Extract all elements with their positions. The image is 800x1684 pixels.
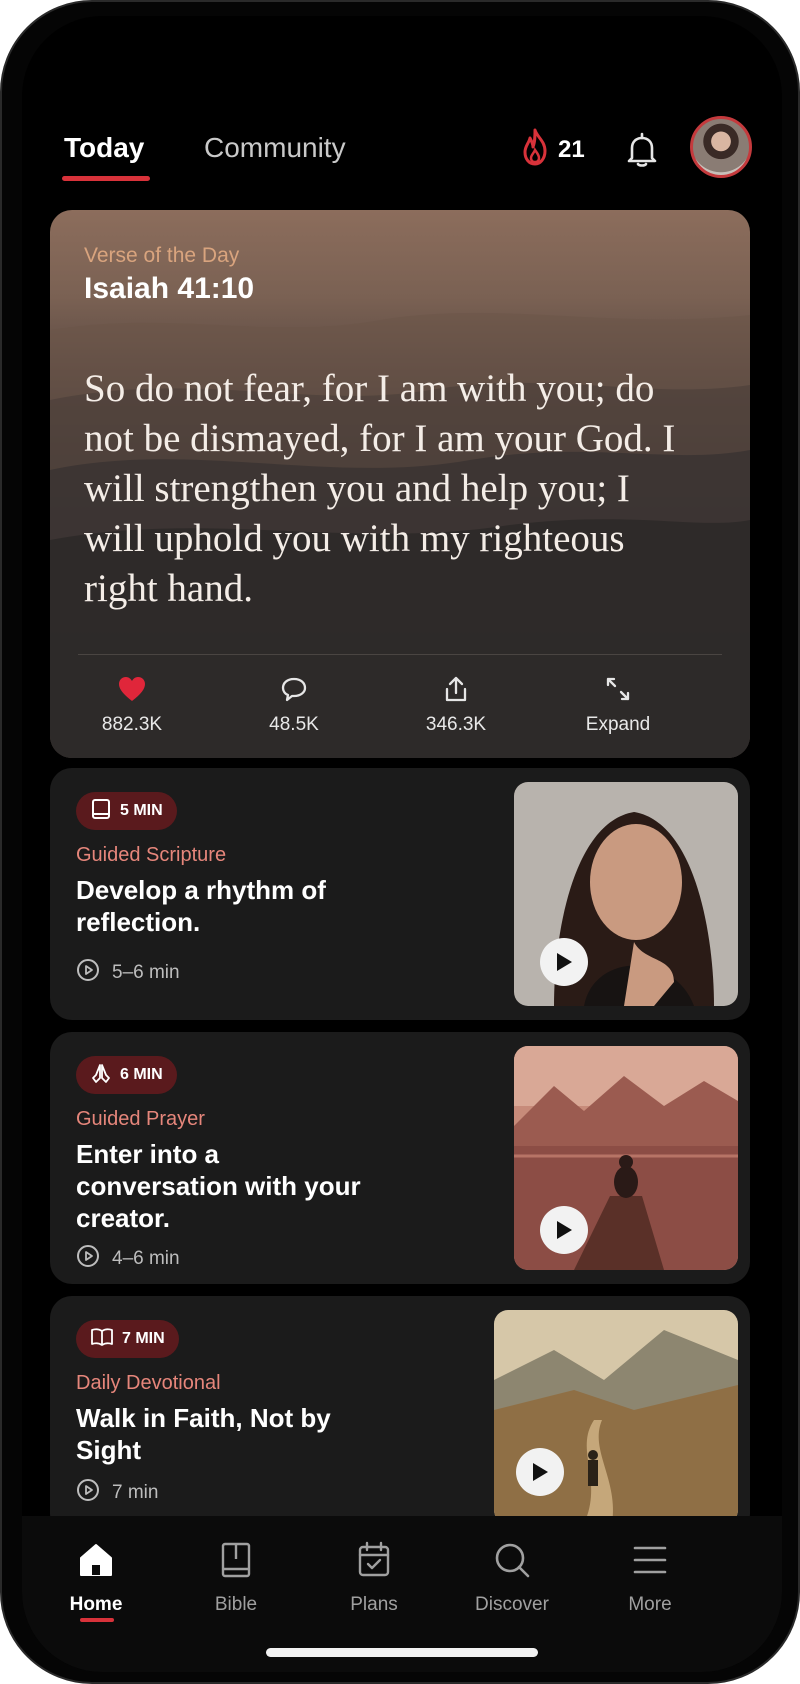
open-book-icon: [90, 1326, 114, 1353]
share-icon: [396, 672, 516, 706]
like-button[interactable]: 882.3K: [72, 672, 192, 736]
verse-label: Verse of the Day: [84, 244, 240, 267]
verse-text: So do not fear, for I am with you; do no…: [84, 367, 676, 610]
duration-text: 4–6 min: [112, 1247, 180, 1269]
share-button[interactable]: 346.3K: [396, 672, 516, 736]
tab-community[interactable]: Community: [204, 132, 346, 164]
flame-icon: [520, 128, 550, 171]
content-card-guided-prayer[interactable]: 6 MIN Guided Prayer Enter into a convers…: [50, 1032, 750, 1284]
badge-text: 7 MIN: [122, 1330, 165, 1347]
card-duration: 5–6 min: [76, 958, 180, 987]
expand-icon: [558, 672, 678, 706]
phone-frame: Today Community 21 Verse of the Day Isai…: [0, 0, 800, 1684]
card-duration: 7 min: [76, 1478, 158, 1507]
play-button[interactable]: [540, 1206, 588, 1254]
content-card-daily-devotional[interactable]: 7 MIN Daily Devotional Walk in Faith, No…: [50, 1296, 750, 1536]
card-category: Guided Scripture: [76, 844, 227, 866]
badge-text: 6 MIN: [120, 1066, 163, 1083]
home-icon: [36, 1538, 156, 1582]
nav-home[interactable]: Home: [36, 1538, 156, 1616]
menu-icon: [590, 1538, 710, 1582]
card-category: Daily Devotional: [76, 1372, 221, 1394]
thumbnail-woman[interactable]: [514, 782, 738, 1006]
card-category: Guided Prayer: [76, 1108, 205, 1130]
nav-more-label: More: [628, 1594, 672, 1615]
like-count: 882.3K: [101, 714, 163, 735]
verse-actions: 882.3K 48.5K 346.3K Expand: [50, 672, 750, 742]
bottom-navigation: Home Bible Plans Discover More: [22, 1516, 782, 1672]
heart-icon: [72, 672, 192, 706]
nav-plans[interactable]: Plans: [314, 1538, 434, 1616]
duration-badge: 6 MIN: [76, 1056, 177, 1094]
streak-counter[interactable]: 21: [520, 128, 585, 171]
thumbnail-lake[interactable]: [514, 1046, 738, 1270]
top-bar: Today Community 21: [22, 16, 782, 206]
home-indicator[interactable]: [266, 1648, 538, 1657]
nav-active-indicator: [80, 1618, 114, 1622]
bible-icon: [176, 1538, 296, 1582]
avatar[interactable]: [690, 116, 752, 178]
nav-home-label: Home: [69, 1594, 123, 1615]
comment-icon: [234, 672, 354, 706]
play-button[interactable]: [540, 938, 588, 986]
expand-label: Expand: [585, 714, 651, 735]
play-circle-icon: [76, 958, 100, 987]
nav-discover[interactable]: Discover: [452, 1538, 572, 1616]
card-title: Enter into a conversation with your crea…: [76, 1139, 361, 1233]
tab-active-indicator: [62, 176, 150, 181]
card-title: Walk in Faith, Not by Sight: [76, 1403, 331, 1465]
comment-button[interactable]: 48.5K: [234, 672, 354, 736]
share-count: 346.3K: [425, 714, 487, 735]
thumbnail-path[interactable]: [494, 1310, 738, 1524]
nav-bible-label: Bible: [214, 1594, 258, 1615]
content-card-guided-scripture[interactable]: 5 MIN Guided Scripture Develop a rhythm …: [50, 768, 750, 1020]
nav-bible[interactable]: Bible: [176, 1538, 296, 1616]
streak-count: 21: [558, 135, 585, 163]
duration-badge: 5 MIN: [76, 792, 177, 830]
nav-more[interactable]: More: [590, 1538, 710, 1616]
badge-text: 5 MIN: [120, 802, 163, 819]
tab-today[interactable]: Today: [64, 132, 144, 164]
duration-badge: 7 MIN: [76, 1320, 179, 1358]
bookmark-book-icon: [90, 798, 112, 825]
play-circle-icon: [76, 1478, 100, 1507]
nav-discover-label: Discover: [475, 1594, 549, 1615]
duration-text: 7 min: [112, 1481, 159, 1503]
divider: [78, 654, 722, 655]
card-title: Develop a rhythm of reflection.: [76, 875, 326, 937]
expand-button[interactable]: Expand: [558, 672, 678, 736]
calendar-check-icon: [314, 1538, 434, 1582]
play-circle-icon: [76, 1244, 100, 1273]
praying-hands-icon: [90, 1062, 112, 1089]
verse-of-the-day-card[interactable]: Verse of the Day Isaiah 41:10 So do not …: [50, 210, 750, 758]
verse-reference: Isaiah 41:10: [84, 272, 255, 305]
nav-plans-label: Plans: [350, 1594, 398, 1615]
play-button[interactable]: [516, 1448, 564, 1496]
app-screen: Today Community 21 Verse of the Day Isai…: [22, 16, 782, 1672]
search-icon: [452, 1538, 572, 1582]
card-duration: 4–6 min: [76, 1244, 180, 1273]
comment-count: 48.5K: [269, 714, 319, 735]
bell-icon[interactable]: [622, 130, 662, 170]
duration-text: 5–6 min: [112, 961, 180, 983]
